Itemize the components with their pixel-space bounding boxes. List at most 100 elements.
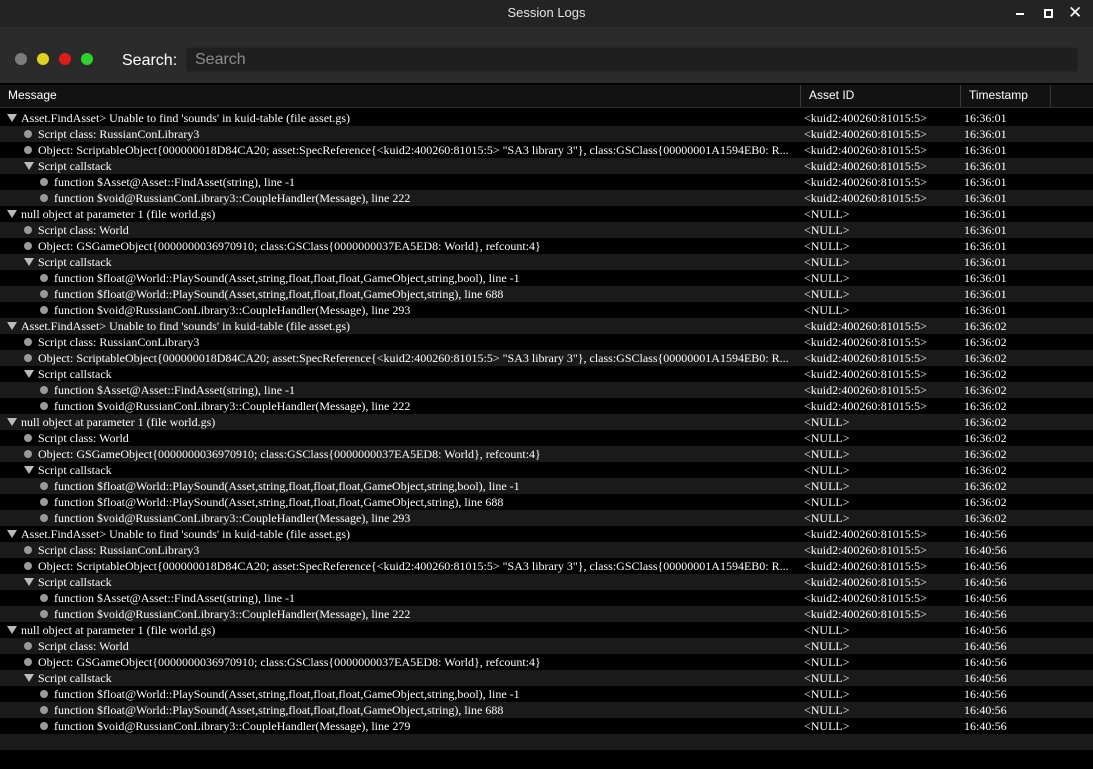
log-row[interactable]: Object: GSGameObject{0000000036970910; c… — [0, 446, 1093, 462]
log-row[interactable]: function $void@RussianConLibrary3::Coupl… — [0, 718, 1093, 734]
log-asset-id-cell: <NULL> — [804, 447, 850, 461]
log-row[interactable]: function $float@World::PlaySound(Asset,s… — [0, 494, 1093, 510]
log-row[interactable]: function $void@RussianConLibrary3::Coupl… — [0, 606, 1093, 622]
log-message-cell: Script callstack — [0, 366, 822, 382]
log-message-cell: Script callstack — [0, 574, 822, 590]
log-message-cell: function $void@RussianConLibrary3::Coupl… — [0, 398, 838, 414]
log-message-text: function $float@World::PlaySound(Asset,s… — [54, 495, 504, 509]
expand-triangle-icon[interactable] — [7, 418, 17, 427]
log-message-text: function $void@RussianConLibrary3::Coupl… — [54, 607, 411, 621]
log-asset-id-cell: <kuid2:400260:81015:5> — [804, 159, 927, 173]
expand-triangle-icon[interactable] — [24, 674, 34, 683]
bullet-icon — [24, 434, 32, 443]
log-message-cell: null object at parameter 1 (file world.g… — [0, 206, 805, 222]
expand-triangle-icon[interactable] — [24, 578, 34, 587]
log-row[interactable]: Script callstack <kuid2:400260:81015:5> 16… — [0, 366, 1093, 382]
log-row[interactable]: function $void@RussianConLibrary3::Coupl… — [0, 510, 1093, 526]
expand-triangle-icon[interactable] — [7, 322, 17, 331]
bullet-icon — [40, 194, 48, 203]
log-message-text: Object: ScriptableObject{000000018D84CA2… — [38, 559, 789, 573]
expand-triangle-icon[interactable] — [7, 530, 17, 539]
maximize-button[interactable] — [1039, 5, 1057, 21]
log-asset-id-cell: <kuid2:400260:81015:5> — [804, 399, 927, 413]
log-asset-id-cell: <NULL> — [804, 703, 850, 717]
log-row[interactable]: Script callstack <NULL> 16:36:01 — [0, 254, 1093, 270]
column-header-message[interactable]: Message — [0, 85, 801, 107]
column-header-asset-id[interactable]: Asset ID — [801, 85, 961, 107]
log-row[interactable]: function $void@RussianConLibrary3::Coupl… — [0, 190, 1093, 206]
log-row[interactable]: Script class: World <NULL> 16:40:56 — [0, 638, 1093, 654]
log-message-text: Asset.FindAsset> Unable to find 'sounds'… — [21, 527, 351, 541]
log-message-text: Asset.FindAsset> Unable to find 'sounds'… — [21, 319, 351, 333]
log-row[interactable]: Script class: World <NULL> 16:36:01 — [0, 222, 1093, 238]
filter-yellow-button[interactable] — [37, 53, 49, 65]
log-row[interactable]: Asset.FindAsset> Unable to find 'sounds'… — [0, 526, 1093, 542]
log-asset-id-cell: <NULL> — [804, 239, 850, 253]
log-message-cell: Asset.FindAsset> Unable to find 'sounds'… — [0, 526, 805, 542]
log-message-text: Script callstack — [38, 159, 112, 173]
log-row[interactable]: Script callstack <NULL> 16:40:56 — [0, 670, 1093, 686]
log-asset-id-cell: <NULL> — [804, 623, 850, 637]
log-row[interactable]: Object: GSGameObject{0000000036970910; c… — [0, 654, 1093, 670]
bullet-icon — [40, 290, 48, 299]
log-asset-id-cell: <NULL> — [804, 255, 850, 269]
bullet-icon — [40, 178, 48, 187]
log-message-text: null object at parameter 1 (file world.g… — [21, 207, 216, 221]
log-row[interactable]: Object: ScriptableObject{000000018D84CA2… — [0, 350, 1093, 366]
column-header-timestamp[interactable]: Timestamp — [961, 85, 1051, 107]
log-row[interactable]: Object: GSGameObject{0000000036970910; c… — [0, 238, 1093, 254]
log-row[interactable]: Object: ScriptableObject{000000018D84CA2… — [0, 142, 1093, 158]
log-row[interactable]: Object: ScriptableObject{000000018D84CA2… — [0, 558, 1093, 574]
expand-triangle-icon[interactable] — [24, 162, 34, 171]
log-row[interactable]: function $float@World::PlaySound(Asset,s… — [0, 270, 1093, 286]
search-input[interactable] — [186, 47, 1078, 72]
log-message-cell: Script callstack — [0, 670, 822, 686]
log-timestamp-cell: 16:36:01 — [964, 271, 1007, 285]
filter-red-button[interactable] — [59, 53, 71, 65]
minimize-button[interactable] — [1011, 5, 1029, 21]
filter-gray-button[interactable] — [15, 53, 27, 65]
expand-triangle-icon[interactable] — [7, 114, 17, 123]
filter-green-button[interactable] — [81, 53, 93, 65]
bullet-icon — [40, 482, 48, 491]
expand-triangle-icon[interactable] — [7, 210, 17, 219]
log-message-text: function $float@World::PlaySound(Asset,s… — [54, 479, 520, 493]
log-row[interactable]: Asset.FindAsset> Unable to find 'sounds'… — [0, 110, 1093, 126]
log-row[interactable]: Script class: RussianConLibrary3 <kuid2:4… — [0, 126, 1093, 142]
log-row[interactable]: Script callstack <NULL> 16:36:02 — [0, 462, 1093, 478]
log-row[interactable]: function $float@World::PlaySound(Asset,s… — [0, 286, 1093, 302]
log-row[interactable]: Script class: World <NULL> 16:36:02 — [0, 430, 1093, 446]
log-row[interactable]: function $float@World::PlaySound(Asset,s… — [0, 702, 1093, 718]
expand-triangle-icon[interactable] — [24, 466, 34, 475]
bullet-icon — [24, 642, 32, 651]
log-row[interactable]: Script callstack <kuid2:400260:81015:5> 16… — [0, 574, 1093, 590]
log-row[interactable]: function $float@World::PlaySound(Asset,s… — [0, 686, 1093, 702]
log-message-cell: null object at parameter 1 (file world.g… — [0, 414, 805, 430]
log-message-cell: Script class: RussianConLibrary3 — [0, 542, 822, 558]
log-row[interactable]: Script class: RussianConLibrary3 <kuid2:4… — [0, 334, 1093, 350]
log-row[interactable]: function $Asset@Asset::FindAsset(string)… — [0, 174, 1093, 190]
log-row[interactable]: null object at parameter 1 (file world.g… — [0, 622, 1093, 638]
expand-triangle-icon[interactable] — [24, 258, 34, 267]
log-row[interactable]: function $void@RussianConLibrary3::Coupl… — [0, 398, 1093, 414]
log-row[interactable]: Asset.FindAsset> Unable to find 'sounds'… — [0, 318, 1093, 334]
log-row[interactable]: null object at parameter 1 (file world.g… — [0, 414, 1093, 430]
log-row[interactable]: function $Asset@Asset::FindAsset(string)… — [0, 382, 1093, 398]
log-message-text: function $void@RussianConLibrary3::Coupl… — [54, 399, 411, 413]
log-row[interactable]: function $float@World::PlaySound(Asset,s… — [0, 478, 1093, 494]
bullet-icon — [40, 386, 48, 395]
log-timestamp-cell: 16:36:02 — [964, 447, 1007, 461]
log-row[interactable]: function $Asset@Asset::FindAsset(string)… — [0, 590, 1093, 606]
close-button[interactable]: ✕ — [1066, 3, 1084, 23]
log-row[interactable]: Script class: RussianConLibrary3 <kuid2:4… — [0, 542, 1093, 558]
log-row[interactable]: Script callstack <kuid2:400260:81015:5> 16… — [0, 158, 1093, 174]
log-timestamp-cell: 16:36:01 — [964, 111, 1007, 125]
log-timestamp-cell: 16:36:02 — [964, 399, 1007, 413]
log-message-text: Script callstack — [38, 463, 112, 477]
log-row[interactable]: function $void@RussianConLibrary3::Coupl… — [0, 302, 1093, 318]
bullet-icon — [40, 402, 48, 411]
log-row[interactable]: null object at parameter 1 (file world.g… — [0, 206, 1093, 222]
expand-triangle-icon[interactable] — [7, 626, 17, 635]
log-message-cell: Object: GSGameObject{0000000036970910; c… — [0, 238, 822, 254]
expand-triangle-icon[interactable] — [24, 370, 34, 379]
